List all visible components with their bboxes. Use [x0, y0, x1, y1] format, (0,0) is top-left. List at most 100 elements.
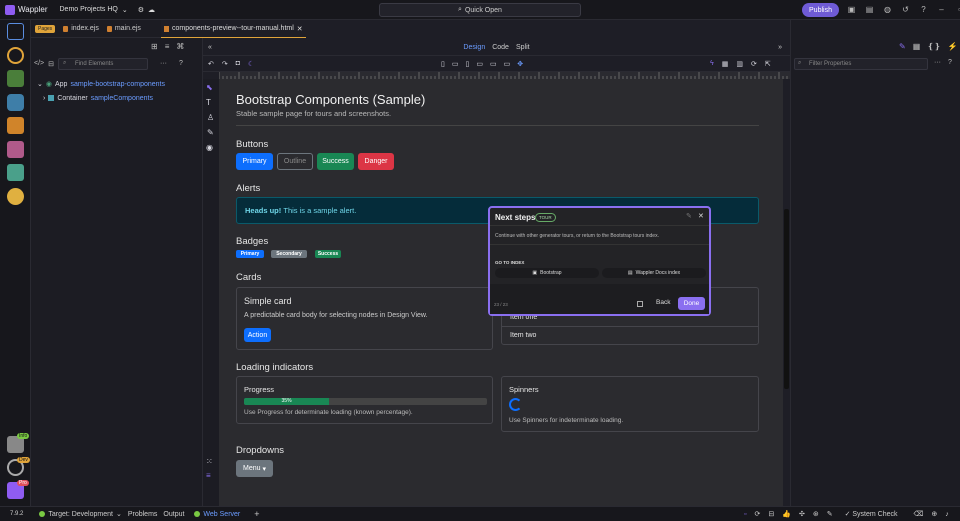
- cloud-icon[interactable]: ☁: [148, 6, 155, 14]
- collapse-right-icon[interactable]: »: [778, 44, 782, 51]
- find-elements-input[interactable]: ⌕ Find Elements: [58, 57, 148, 70]
- scrollbar-thumb[interactable]: [784, 209, 789, 389]
- tab-split[interactable]: Split: [516, 44, 530, 51]
- history-icon[interactable]: ↺: [900, 4, 911, 15]
- tablet-icon[interactable]: ▯: [465, 60, 469, 68]
- collapse-left-icon[interactable]: «: [208, 44, 212, 51]
- edit-icon[interactable]: ✎: [899, 42, 906, 51]
- app-logo[interactable]: Wappler: [0, 4, 48, 15]
- grid-icon[interactable]: ▦: [722, 60, 729, 68]
- code-icon[interactable]: </>: [34, 60, 44, 67]
- redo-icon[interactable]: ↷: [222, 60, 228, 68]
- quick-open-button[interactable]: ⌕ Quick Open: [379, 3, 581, 17]
- drop-icon[interactable]: ◍: [882, 4, 893, 15]
- list-icon[interactable]: ≡: [165, 42, 170, 51]
- refresh-icon[interactable]: ⟳: [754, 510, 760, 518]
- tab-code[interactable]: Code: [492, 44, 509, 51]
- project-selector[interactable]: Demo Projects HQ ⌄ ⚙ ☁: [60, 6, 156, 14]
- add-icon[interactable]: +: [254, 509, 259, 519]
- web-server-status[interactable]: Web Server: [194, 511, 240, 518]
- primary-button[interactable]: Primary: [236, 153, 273, 170]
- help-icon[interactable]: ?: [918, 4, 929, 15]
- close-icon[interactable]: ✕: [698, 212, 704, 220]
- problems-tab[interactable]: Problems: [128, 511, 158, 518]
- action-button[interactable]: Action: [244, 328, 271, 342]
- apps-grid-icon[interactable]: ⁙: [206, 457, 213, 466]
- minimize-icon[interactable]: –: [936, 4, 947, 15]
- target-status[interactable]: Target: Development ⌄: [39, 510, 122, 518]
- phone-icon[interactable]: ▯: [441, 60, 445, 68]
- system-check[interactable]: ✓ System Check: [845, 510, 898, 518]
- bootstrap-link[interactable]: ▣ Bootstrap: [495, 268, 599, 278]
- menu-dropdown-button[interactable]: Menu ▾: [236, 460, 273, 477]
- code-brackets-icon[interactable]: ❴❵: [927, 42, 940, 51]
- bolt-icon[interactable]: ϟ: [710, 60, 714, 68]
- person-icon[interactable]: ♙: [207, 113, 214, 122]
- workflow-icon[interactable]: [7, 47, 24, 64]
- camera-icon[interactable]: ◘: [236, 60, 240, 67]
- danger-button[interactable]: Danger: [358, 153, 394, 170]
- menu-icon[interactable]: ≡: [206, 471, 211, 480]
- broadcast-icon[interactable]: ⊛: [813, 510, 819, 518]
- phone-landscape-icon[interactable]: ▭: [452, 60, 459, 68]
- book-icon[interactable]: ▤: [864, 4, 875, 15]
- docs-link[interactable]: ▤ Wappler Docs index: [602, 268, 706, 278]
- monitor-icon[interactable]: ▭: [504, 60, 511, 68]
- success-button[interactable]: Success: [317, 153, 354, 170]
- grid-icon[interactable]: ▦: [913, 42, 921, 51]
- refresh-icon[interactable]: ⟳: [751, 60, 757, 68]
- tab-design[interactable]: Design: [463, 44, 485, 51]
- outline-button[interactable]: Outline: [277, 153, 313, 170]
- fit-icon[interactable]: ✥: [517, 60, 523, 68]
- laptop-icon[interactable]: ▭: [476, 60, 483, 68]
- eye-icon[interactable]: ◉: [206, 143, 213, 152]
- back-button[interactable]: Back: [656, 299, 670, 306]
- gear-icon[interactable]: ⚙: [138, 6, 144, 14]
- undo-icon[interactable]: ↶: [208, 60, 214, 68]
- canvas-scrollbar[interactable]: [783, 79, 790, 506]
- select-icon[interactable]: ⬉: [206, 83, 216, 93]
- thumb-icon[interactable]: 👍: [782, 510, 791, 518]
- dont-show-checkbox[interactable]: [637, 301, 643, 307]
- active-file-tab[interactable]: components-preview--tour-manual.html ✕: [161, 20, 306, 38]
- pages-tag[interactable]: Pages: [35, 24, 56, 33]
- globe-icon[interactable]: ⊕: [931, 510, 937, 518]
- done-button[interactable]: Done: [678, 297, 705, 310]
- tab-index[interactable]: index.ejs: [63, 25, 99, 32]
- structure-icon[interactable]: [7, 70, 24, 87]
- maximize-icon[interactable]: ▫: [954, 4, 960, 15]
- tree-row-app[interactable]: ⌄ ◉ App sample-bootstrap-components: [37, 77, 165, 91]
- list-item[interactable]: Item two: [510, 332, 536, 339]
- pencil-icon[interactable]: ✎: [686, 212, 692, 220]
- moon-icon[interactable]: ☾: [248, 60, 254, 68]
- eraser-icon[interactable]: ⌫: [914, 510, 924, 518]
- puzzle-icon[interactable]: ✣: [799, 510, 805, 518]
- database-icon[interactable]: [7, 94, 24, 111]
- pages-icon[interactable]: [7, 23, 24, 40]
- help-icon[interactable]: ?: [179, 60, 183, 67]
- desktop-icon[interactable]: ▭: [490, 60, 497, 68]
- square-icon[interactable]: ▫: [744, 511, 746, 518]
- components-icon[interactable]: ⊞: [151, 42, 158, 51]
- collapse-icon[interactable]: ⊟: [768, 510, 774, 518]
- output-tab[interactable]: Output: [163, 511, 184, 518]
- help-icon[interactable]: ?: [948, 59, 952, 66]
- close-icon[interactable]: ✕: [297, 25, 303, 33]
- more-icon[interactable]: ···: [160, 60, 167, 67]
- robot-icon[interactable]: [7, 188, 24, 205]
- export-icon[interactable]: ⇱: [765, 60, 771, 68]
- routes-icon[interactable]: [7, 117, 24, 134]
- bell-icon[interactable]: ♪: [945, 511, 949, 518]
- layers-icon[interactable]: [7, 164, 24, 181]
- design-icon[interactable]: [7, 141, 24, 158]
- panels-icon[interactable]: ▥: [736, 60, 743, 68]
- more-icon[interactable]: ···: [934, 59, 941, 66]
- publish-button[interactable]: Publish: [802, 3, 839, 17]
- text-icon[interactable]: T: [206, 98, 211, 107]
- brush-icon[interactable]: ✎: [207, 128, 214, 137]
- wand-icon[interactable]: ⚡: [948, 42, 958, 51]
- expand-icon[interactable]: ⊟: [48, 60, 54, 68]
- tree-icon[interactable]: ⌘: [176, 42, 184, 51]
- tree-row-container[interactable]: › Container sampleComponents: [37, 91, 165, 105]
- simple-card[interactable]: Simple card A predictable card body for …: [236, 287, 493, 350]
